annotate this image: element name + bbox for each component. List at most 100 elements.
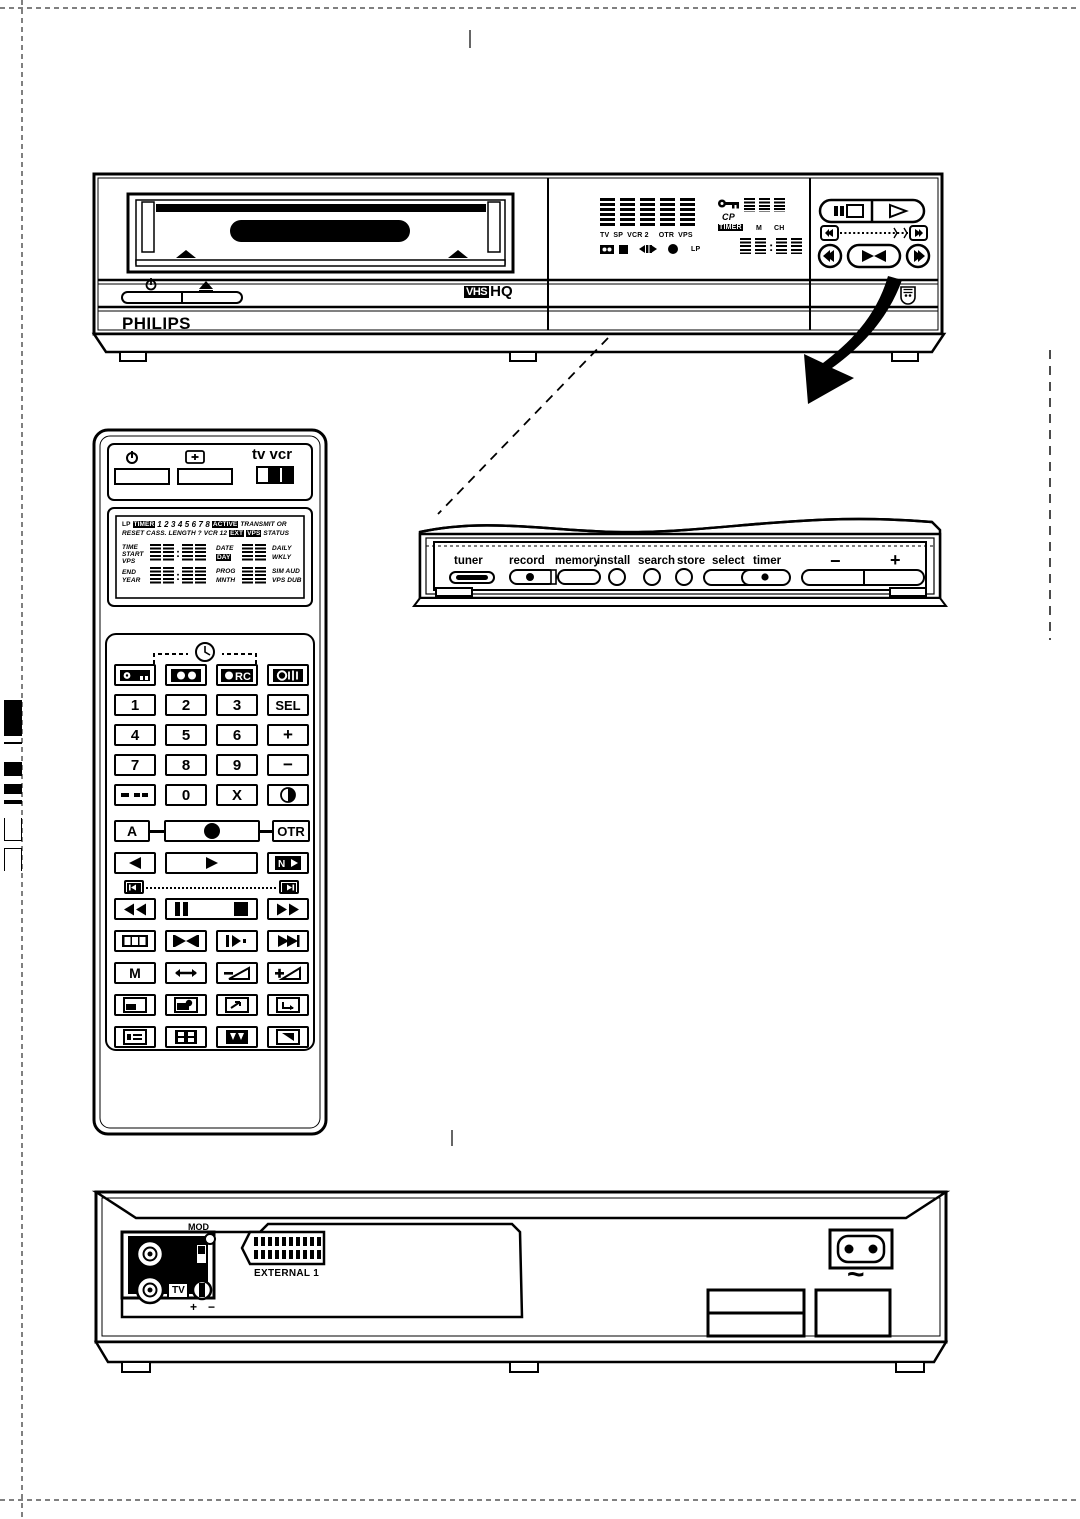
key-nd[interactable]: N	[267, 852, 309, 874]
key-3[interactable]: 3	[216, 694, 258, 716]
remote-plus-boxed-icon	[185, 450, 205, 464]
key-a[interactable]: A	[114, 820, 150, 842]
slow-forward-button[interactable]	[279, 880, 299, 894]
cassette-icon	[171, 668, 201, 682]
contrast-icon	[280, 787, 296, 803]
play-button[interactable]	[165, 852, 258, 874]
indicator-vcr2: VCR 2	[627, 232, 649, 239]
picture-mask-button[interactable]	[216, 1026, 258, 1048]
lcd-status: STATUS	[263, 530, 290, 537]
index-search-button[interactable]	[165, 930, 207, 952]
volume-down-icon	[224, 966, 250, 980]
key-2[interactable]: 2	[165, 694, 207, 716]
lcd-label-time: TIME	[122, 544, 138, 551]
picture-swap-icon	[225, 997, 249, 1013]
mod-lower-text: MOD	[180, 1264, 201, 1274]
key-5[interactable]: 5	[165, 724, 207, 746]
record-button[interactable]	[164, 820, 260, 842]
indicator-lp: LP	[691, 245, 701, 253]
remote-record-row: A OTR	[114, 820, 310, 844]
lcd-label-sim-aud: SIM AUD	[272, 568, 300, 575]
svg-text:RC: RC	[235, 671, 251, 683]
picture-list-button[interactable]	[114, 1026, 156, 1048]
philips-shield-icon	[900, 286, 916, 305]
picture-swap-button[interactable]	[216, 994, 258, 1016]
tv-vcr-label: tv vcr	[252, 446, 292, 463]
display-digit	[680, 198, 695, 228]
sound-icon	[273, 668, 303, 682]
key-contrast[interactable]	[267, 784, 309, 806]
volume-down-button[interactable]	[216, 962, 258, 984]
slow-rewind-button[interactable]	[124, 880, 144, 894]
picture-store-button[interactable]	[114, 994, 156, 1016]
slow-forward-icon	[282, 882, 296, 892]
display-colon: :	[769, 238, 774, 254]
key-8[interactable]: 8	[165, 754, 207, 776]
key-plus[interactable]: +	[267, 724, 309, 746]
index-next-button[interactable]	[267, 930, 309, 952]
display-digit	[660, 198, 675, 228]
lcd-label-vps: VPS	[122, 558, 136, 565]
key-6[interactable]: 6	[216, 724, 258, 746]
picture-insert-icon	[276, 997, 300, 1013]
display-digit	[600, 198, 615, 228]
lcd-active: ACTIVE	[211, 521, 239, 528]
picture-multi-icon	[175, 1030, 197, 1044]
display-label-m: M	[756, 225, 763, 232]
picture-mask-icon	[226, 1030, 248, 1044]
key-7[interactable]: 7	[114, 754, 156, 776]
rewind-button[interactable]	[114, 898, 156, 920]
remote-pip-row-1	[114, 994, 310, 1018]
callout-leader-line	[437, 337, 609, 515]
flip-label-memory: memory	[555, 555, 600, 567]
rear-label-mod-lower: MOD |	[180, 1264, 206, 1274]
picture-insert-button[interactable]	[267, 994, 309, 1016]
rewind-icon	[124, 903, 146, 915]
index-next-icon	[278, 935, 300, 947]
key-x[interactable]: X	[216, 784, 258, 806]
key-dash[interactable]	[114, 784, 156, 806]
volume-up-button[interactable]	[267, 962, 309, 984]
key-sel[interactable]: SEL	[267, 694, 309, 716]
display-digit-small	[759, 198, 770, 212]
key-9[interactable]: 9	[216, 754, 258, 776]
picture-multi-button[interactable]	[165, 1026, 207, 1048]
picture-move-button[interactable]	[267, 1026, 309, 1048]
sound-button[interactable]	[267, 664, 309, 686]
counter-reset-button[interactable]	[114, 930, 156, 952]
display-digit-small	[776, 238, 788, 254]
rear-panel: MOD MOD | TV + − EXTERNAL 1 ~	[91, 1182, 951, 1382]
remote-standby-button[interactable]	[114, 468, 170, 485]
pause-stop-button[interactable]	[165, 898, 258, 920]
lcd-label-day: DAY	[216, 554, 232, 561]
front-panel-brand: PHILIPS	[122, 314, 191, 333]
lcd-reset: RESET	[122, 530, 145, 537]
index-search-icon	[173, 935, 199, 947]
key-icon	[120, 669, 150, 681]
key-otr[interactable]: OTR	[272, 820, 310, 842]
tv-vcr-switch[interactable]	[256, 466, 294, 484]
tracking-button[interactable]	[165, 962, 207, 984]
key-4[interactable]: 4	[114, 724, 156, 746]
display-label-cp: CP	[722, 212, 735, 222]
remote-plus-button[interactable]	[177, 468, 233, 485]
fast-forward-button[interactable]	[267, 898, 309, 920]
key-0[interactable]: 0	[165, 784, 207, 806]
key-lock-button[interactable]	[114, 664, 156, 686]
stop-icon	[234, 902, 248, 916]
picture-list-icon	[123, 1029, 147, 1045]
remote-control: tv vcr LP TIMER 1 2 3 4 5 6 7 8 ACTIVE T…	[92, 428, 332, 1138]
slow-motion-button[interactable]	[216, 930, 258, 952]
key-m[interactable]: M	[114, 962, 156, 984]
remote-play-row: N	[114, 852, 310, 876]
front-transport-controls	[817, 198, 931, 272]
indicator-otr: OTR	[658, 232, 675, 239]
key-1[interactable]: 1	[114, 694, 156, 716]
picture-camera-button[interactable]	[165, 994, 207, 1016]
remote-function-row: M	[114, 962, 310, 986]
record-rc-button[interactable]: RC	[216, 664, 258, 686]
cassette-button[interactable]	[165, 664, 207, 686]
key-minus[interactable]: −	[267, 754, 309, 776]
reverse-play-button[interactable]	[114, 852, 156, 874]
rear-label-tuning-minus: −	[208, 1300, 216, 1314]
